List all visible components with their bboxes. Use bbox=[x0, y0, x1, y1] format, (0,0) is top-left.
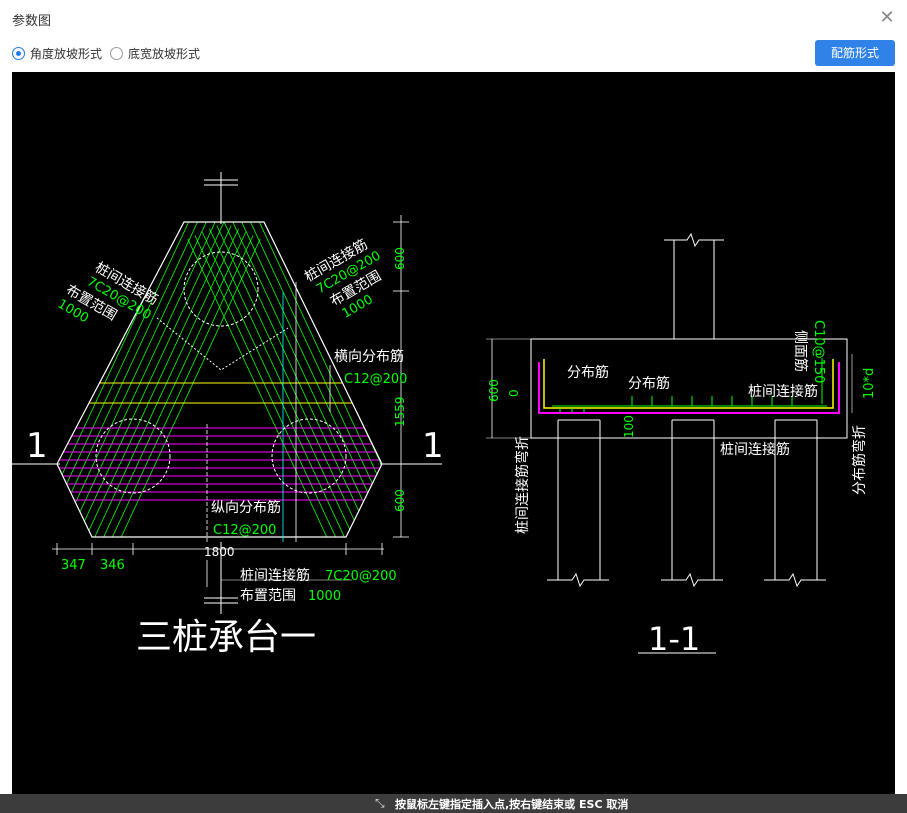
window-title: 参数图 bbox=[12, 14, 52, 29]
section-mark-right: 1 bbox=[422, 426, 444, 466]
radio-width-slope[interactable]: 底宽放坡形式 bbox=[110, 45, 200, 62]
radio-unchecked-icon bbox=[110, 46, 124, 60]
dim-600-bottom: 600 bbox=[393, 489, 407, 512]
drawing-canvas[interactable]: 1 1 600 1559 600 1800 347 346 桩间连接筋 7C20… bbox=[12, 72, 895, 794]
section-label-side: 侧面筋 bbox=[792, 330, 809, 372]
section-label-dist2: 分布筋 bbox=[628, 375, 670, 392]
label-transverse: 横向分布筋 bbox=[334, 348, 404, 365]
dim-1559: 1559 bbox=[393, 396, 407, 427]
radio-checked-icon bbox=[12, 46, 25, 60]
status-bar: ⤡ 按鼠标左键指定插入点,按右键结束或 ESC 取消 bbox=[0, 794, 907, 813]
config-button[interactable]: 配筋形式 bbox=[815, 40, 895, 66]
close-icon[interactable]: ✕ bbox=[878, 9, 896, 27]
radio-angle-slope-label: 角度放坡形式 bbox=[30, 46, 103, 61]
section-dim-600: 600 bbox=[487, 379, 501, 402]
section-ten-d: 10*d bbox=[862, 368, 877, 399]
label-bottom-range: 布置范围 bbox=[240, 587, 296, 604]
section-label-side-spec: C10@150 bbox=[811, 320, 826, 383]
label-bottom-range-value: 1000 bbox=[308, 589, 341, 604]
label-bottom-rebar-spec: 7C20@200 bbox=[325, 569, 397, 584]
section-label-dist1: 分布筋 bbox=[567, 364, 609, 381]
section-label-pile-bend: 桩间连接筋弯折 bbox=[514, 436, 531, 534]
dim-346: 346 bbox=[100, 558, 125, 573]
section-mark-left: 1 bbox=[26, 426, 48, 466]
label-longitudinal-spec: C12@200 bbox=[213, 523, 276, 538]
section-title: 1-1 bbox=[648, 620, 700, 658]
status-text: 按鼠标左键指定插入点,按右键结束或 ESC 取消 bbox=[395, 798, 629, 811]
cursor-icon: ⤡ bbox=[375, 796, 385, 810]
label-bottom-rebar: 桩间连接筋 bbox=[240, 567, 310, 584]
label-transverse-spec: C12@200 bbox=[344, 372, 407, 387]
dim-347: 347 bbox=[61, 558, 86, 573]
title-bar: 参数图 ✕ bbox=[0, 0, 907, 36]
plan-title: 三桩承台一 bbox=[136, 617, 316, 658]
section-dim-0: 0 bbox=[507, 389, 521, 397]
section-view: 600 0 100 10*d 分布筋 分布筋 桩间连接筋 桩间连接筋 侧面筋 C… bbox=[486, 232, 877, 658]
label-longitudinal: 纵向分布筋 bbox=[211, 499, 281, 516]
dim-600-top: 600 bbox=[393, 247, 407, 270]
section-label-pile-conn: 桩间连接筋 bbox=[748, 383, 818, 400]
radio-angle-slope[interactable]: 角度放坡形式 bbox=[12, 45, 102, 62]
section-label-pile-conn2: 桩间连接筋 bbox=[720, 441, 790, 458]
pile-cap-plan: 1 1 600 1559 600 1800 347 346 桩间连接筋 7C20… bbox=[12, 172, 444, 658]
section-label-dist-bend: 分布筋弯折 bbox=[851, 425, 868, 495]
dim-1800: 1800 bbox=[204, 545, 235, 559]
slope-options: 角度放坡形式 底宽放坡形式 bbox=[12, 44, 208, 62]
radio-width-slope-label: 底宽放坡形式 bbox=[128, 46, 201, 61]
section-dim-100: 100 bbox=[622, 415, 636, 438]
